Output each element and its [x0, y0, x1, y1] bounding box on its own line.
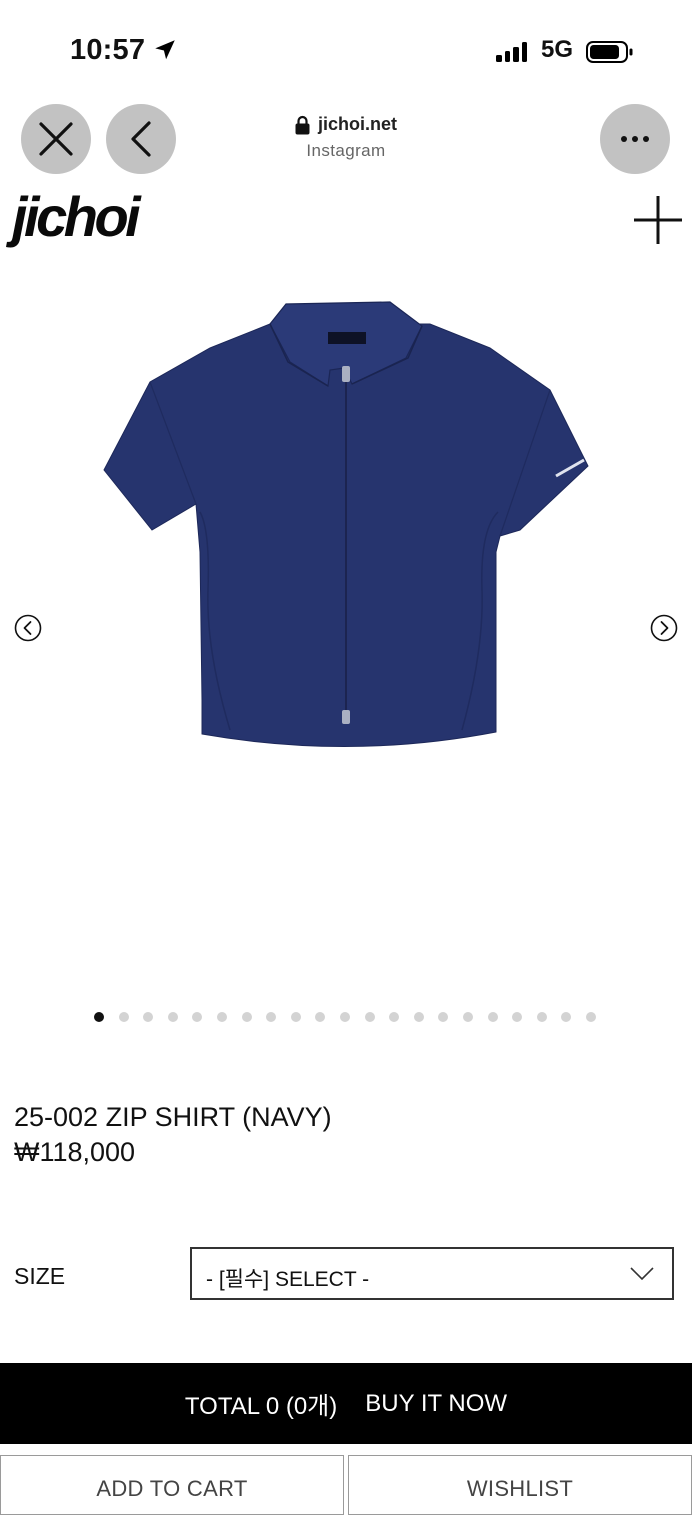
pagination-dot[interactable]: [118, 1012, 129, 1022]
pagination-dot[interactable]: [216, 1012, 227, 1022]
total-label: TOTAL 0 (0개): [184, 1393, 338, 1420]
network-type: 5G: [541, 36, 574, 63]
close-icon: [39, 122, 73, 156]
back-button[interactable]: [106, 104, 176, 174]
more-icon: [621, 136, 649, 142]
pagination-dot[interactable]: [487, 1012, 498, 1022]
wishlist-button[interactable]: WISHLIST: [348, 1455, 692, 1515]
signal-icon: [496, 42, 527, 62]
status-time: 10:57: [70, 34, 146, 66]
pagination-dot[interactable]: [167, 1012, 178, 1022]
buy-now-bar[interactable]: TOTAL 0 (0개) BUY IT NOW: [0, 1363, 692, 1444]
chevron-circle-right-icon[interactable]: [650, 614, 678, 642]
location-arrow-icon: [155, 40, 175, 60]
pagination-dot[interactable]: [438, 1012, 449, 1022]
gallery-pagination: [94, 1012, 596, 1022]
pagination-dot[interactable]: [339, 1012, 350, 1022]
pagination-dot[interactable]: [389, 1012, 400, 1022]
product-image: [103, 301, 589, 747]
pagination-dot[interactable]: [512, 1012, 523, 1022]
product-price: ₩118,000: [14, 1137, 136, 1167]
size-label: SIZE: [14, 1263, 66, 1289]
pagination-dot[interactable]: [561, 1012, 572, 1022]
size-select[interactable]: - [필수] SELECT -: [190, 1247, 674, 1300]
more-button[interactable]: [600, 104, 670, 174]
battery-icon: [586, 41, 633, 63]
pagination-dot[interactable]: [315, 1012, 326, 1022]
pagination-dot[interactable]: [462, 1012, 473, 1022]
pagination-dot[interactable]: [413, 1012, 424, 1022]
url-subtitle: Instagram: [306, 141, 386, 160]
url-bar[interactable]: jichoi.net Instagram: [246, 114, 446, 161]
status-bar: 10:57 5G: [0, 0, 692, 100]
add-to-cart-button[interactable]: ADD TO CART: [0, 1455, 344, 1515]
pagination-dot[interactable]: [536, 1012, 547, 1022]
pagination-dot[interactable]: [585, 1012, 596, 1022]
chevron-down-icon: [630, 1267, 654, 1281]
pagination-dot[interactable]: [94, 1012, 104, 1022]
chevron-left-icon: [131, 121, 151, 157]
close-button[interactable]: [21, 104, 91, 174]
pagination-dot[interactable]: [143, 1012, 154, 1022]
pagination-dot[interactable]: [266, 1012, 277, 1022]
url-domain: jichoi.net: [317, 114, 397, 134]
pagination-dot[interactable]: [192, 1012, 203, 1022]
product-name: 25-002 ZIP SHIRT (NAVY): [14, 1102, 332, 1132]
pagination-dot[interactable]: [241, 1012, 252, 1022]
chevron-circle-left-icon[interactable]: [14, 614, 42, 642]
pagination-dot[interactable]: [290, 1012, 301, 1022]
plus-icon[interactable]: [632, 194, 684, 246]
buy-now-button[interactable]: BUY IT NOW: [365, 1390, 507, 1418]
site-logo[interactable]: jichoi: [12, 184, 141, 249]
size-select-value: - [필수] SELECT -: [206, 1268, 370, 1291]
pagination-dot[interactable]: [364, 1012, 375, 1022]
lock-icon: [295, 115, 310, 134]
